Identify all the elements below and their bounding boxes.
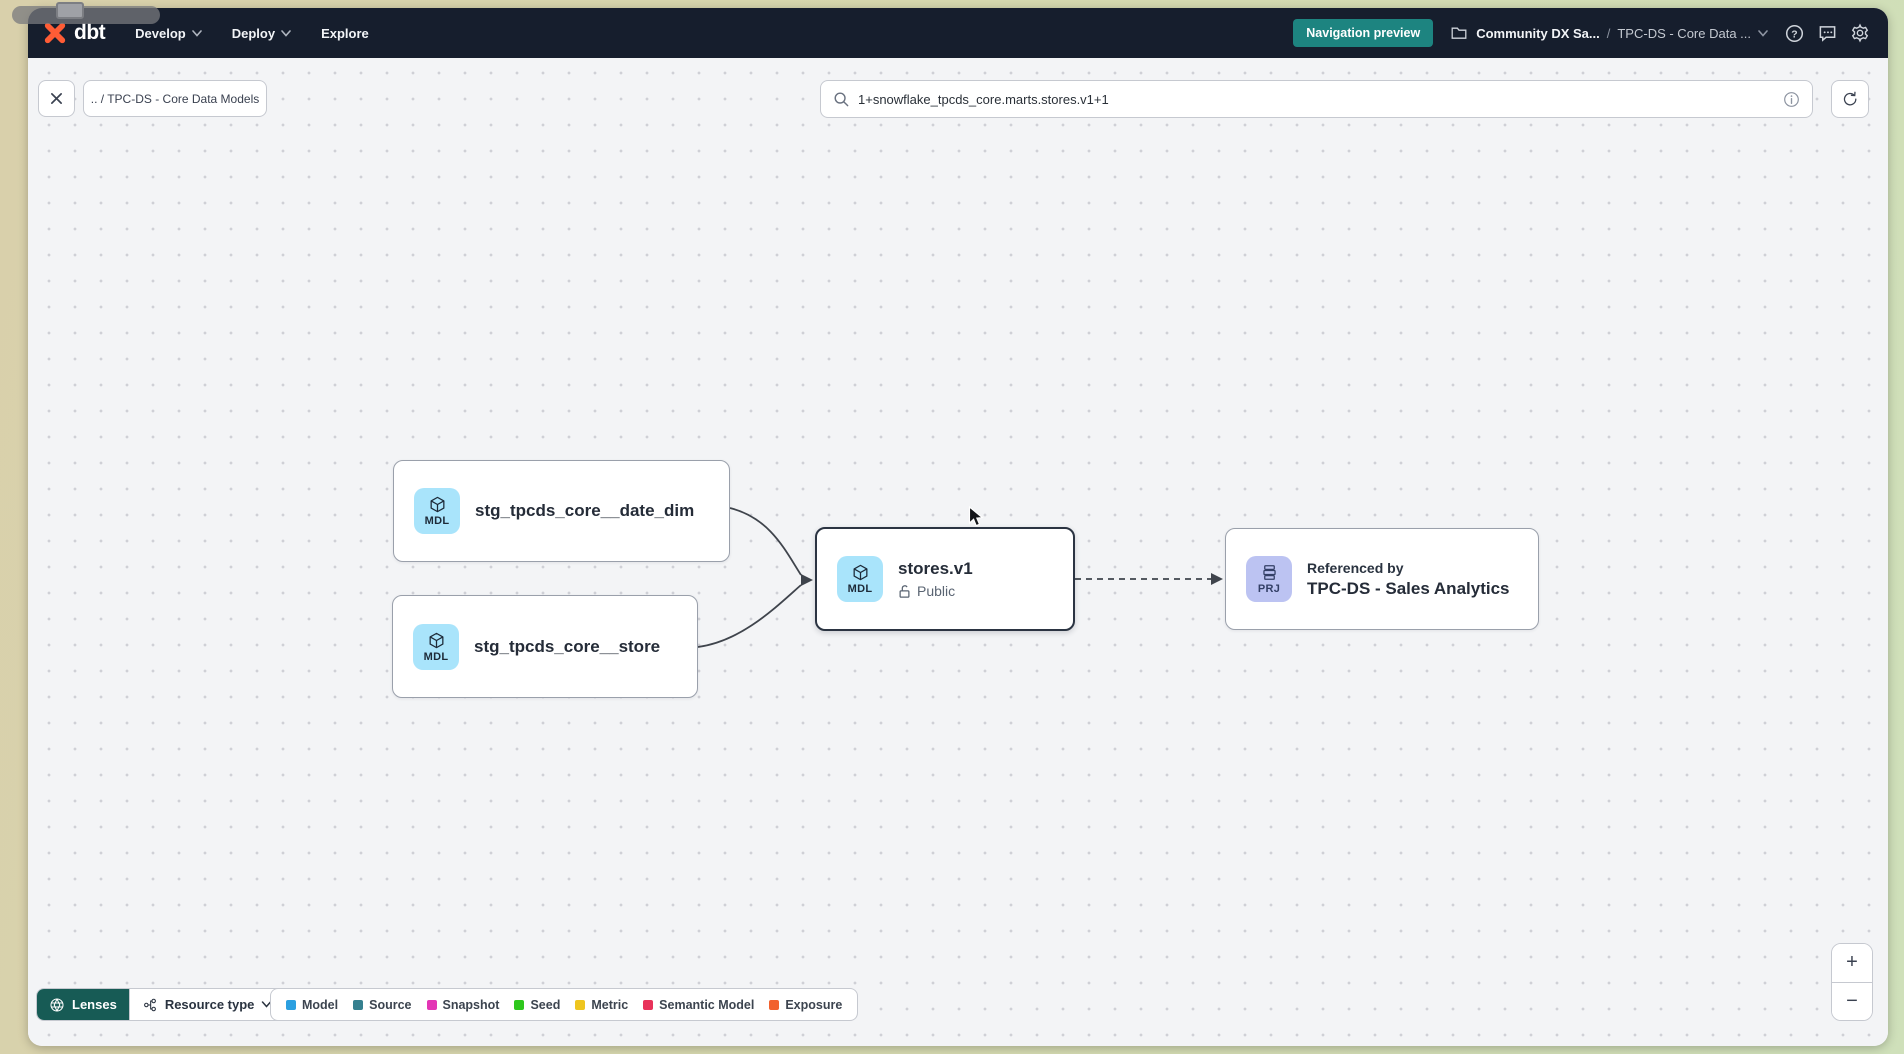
project-badge: PRJ: [1246, 556, 1292, 602]
legend-label: Snapshot: [443, 998, 500, 1012]
zoom-controls: + −: [1831, 943, 1873, 1021]
model-badge: MDL: [413, 624, 459, 670]
nav-item-develop[interactable]: Develop: [135, 26, 202, 41]
lens-controls: Lenses Resource type: [36, 988, 285, 1021]
legend-item-source: Source: [353, 998, 411, 1012]
resource-type-legend: Model Source Snapshot Seed Metric Semant…: [270, 988, 858, 1021]
badge-label: MDL: [424, 651, 449, 663]
lenses-label: Lenses: [72, 997, 117, 1012]
mouse-cursor: [968, 506, 985, 529]
info-icon[interactable]: [1783, 91, 1800, 108]
legend-label: Seed: [530, 998, 560, 1012]
legend-label: Model: [302, 998, 338, 1012]
cube-icon: [851, 563, 870, 582]
node-title: stg_tpcds_core__date_dim: [475, 501, 694, 521]
badge-label: MDL: [425, 515, 450, 527]
resource-graph-icon: [142, 997, 158, 1013]
lineage-canvas[interactable]: .. / TPC-DS - Core Data Models: [28, 58, 1888, 1046]
nav-item-deploy[interactable]: Deploy: [232, 26, 291, 41]
legend-swatch: [353, 1000, 363, 1010]
nav-item-label: Deploy: [232, 26, 275, 41]
node-stores-v1[interactable]: MDL stores.v1 Public: [815, 527, 1075, 631]
refresh-icon: [1842, 91, 1859, 108]
chevron-down-icon: [281, 30, 291, 37]
resource-type-label: Resource type: [165, 997, 255, 1012]
node-referenced-by-sales-analytics[interactable]: PRJ Referenced by TPC-DS - Sales Analyti…: [1225, 528, 1539, 630]
navbar-icons: ?: [1784, 23, 1870, 43]
close-icon: [50, 92, 63, 105]
node-title: stg_tpcds_core__store: [474, 637, 660, 657]
model-badge: MDL: [414, 488, 460, 534]
app-window: dbt Develop Deploy Explore Navigation pr…: [28, 8, 1888, 1046]
legend-swatch: [514, 1000, 524, 1010]
svg-text:?: ?: [1791, 29, 1797, 40]
chevron-down-icon[interactable]: [1758, 30, 1768, 37]
top-navbar: dbt Develop Deploy Explore Navigation pr…: [28, 8, 1888, 58]
legend-label: Source: [369, 998, 411, 1012]
breadcrumb-separator: /: [1607, 26, 1611, 41]
lineage-path-chip[interactable]: .. / TPC-DS - Core Data Models: [83, 80, 267, 117]
settings-gear-icon[interactable]: [1850, 23, 1870, 43]
node-eyebrow: Referenced by: [1307, 560, 1510, 576]
legend-item-seed: Seed: [514, 998, 560, 1012]
legend-swatch: [575, 1000, 585, 1010]
nav-menu: Develop Deploy Explore: [135, 26, 369, 41]
breadcrumb-current[interactable]: TPC-DS - Core Data ...: [1617, 26, 1751, 41]
close-lineage-button[interactable]: [38, 80, 75, 117]
node-stg-tpcds-core-store[interactable]: MDL stg_tpcds_core__store: [392, 595, 698, 698]
screenshare-window-icon: [56, 2, 84, 19]
legend-swatch: [643, 1000, 653, 1010]
legend-swatch: [769, 1000, 779, 1010]
legend-label: Exposure: [785, 998, 842, 1012]
legend-swatch: [286, 1000, 296, 1010]
badge-label: MDL: [848, 583, 873, 595]
model-badge: MDL: [837, 556, 883, 602]
legend-label: Metric: [591, 998, 628, 1012]
node-title: TPC-DS - Sales Analytics: [1307, 579, 1510, 599]
refresh-lineage-button[interactable]: [1831, 80, 1869, 118]
unlock-icon: [898, 584, 911, 599]
resource-type-dropdown[interactable]: Resource type: [129, 989, 285, 1020]
chevron-down-icon: [192, 30, 202, 37]
node-access: Public: [898, 583, 973, 599]
nav-item-explore[interactable]: Explore: [321, 26, 369, 41]
zoom-in-button[interactable]: +: [1832, 944, 1872, 983]
search-icon: [833, 91, 849, 107]
lens-icon: [49, 997, 65, 1013]
help-icon[interactable]: ?: [1784, 23, 1804, 43]
feedback-icon[interactable]: [1817, 23, 1837, 43]
breadcrumb-project[interactable]: Community DX Sa...: [1476, 26, 1600, 41]
breadcrumb: Community DX Sa... / TPC-DS - Core Data …: [1449, 23, 1768, 43]
cube-icon: [427, 631, 446, 650]
lineage-search: [820, 80, 1813, 118]
folder-icon: [1449, 23, 1469, 43]
node-title: stores.v1: [898, 559, 973, 579]
legend-item-exposure: Exposure: [769, 998, 842, 1012]
legend-item-metric: Metric: [575, 998, 628, 1012]
access-label: Public: [917, 583, 955, 599]
nav-item-label: Explore: [321, 26, 369, 41]
node-stg-tpcds-core-date-dim[interactable]: MDL stg_tpcds_core__date_dim: [393, 460, 730, 562]
legend-label: Semantic Model: [659, 998, 754, 1012]
screenshare-overlay-tab: [12, 6, 160, 24]
zoom-out-button[interactable]: −: [1832, 983, 1872, 1021]
badge-label: PRJ: [1258, 583, 1280, 595]
nav-item-label: Develop: [135, 26, 186, 41]
navigation-preview-button[interactable]: Navigation preview: [1293, 19, 1433, 47]
project-stack-icon: [1260, 563, 1279, 582]
cube-icon: [428, 495, 447, 514]
lenses-button[interactable]: Lenses: [37, 989, 129, 1020]
navbar-right: Navigation preview Community DX Sa... / …: [1293, 19, 1870, 47]
search-input[interactable]: [858, 92, 1774, 107]
dbt-logo-text: dbt: [74, 21, 105, 45]
legend-item-snapshot: Snapshot: [427, 998, 500, 1012]
legend-item-model: Model: [286, 998, 338, 1012]
legend-item-semantic-model: Semantic Model: [643, 998, 754, 1012]
legend-swatch: [427, 1000, 437, 1010]
